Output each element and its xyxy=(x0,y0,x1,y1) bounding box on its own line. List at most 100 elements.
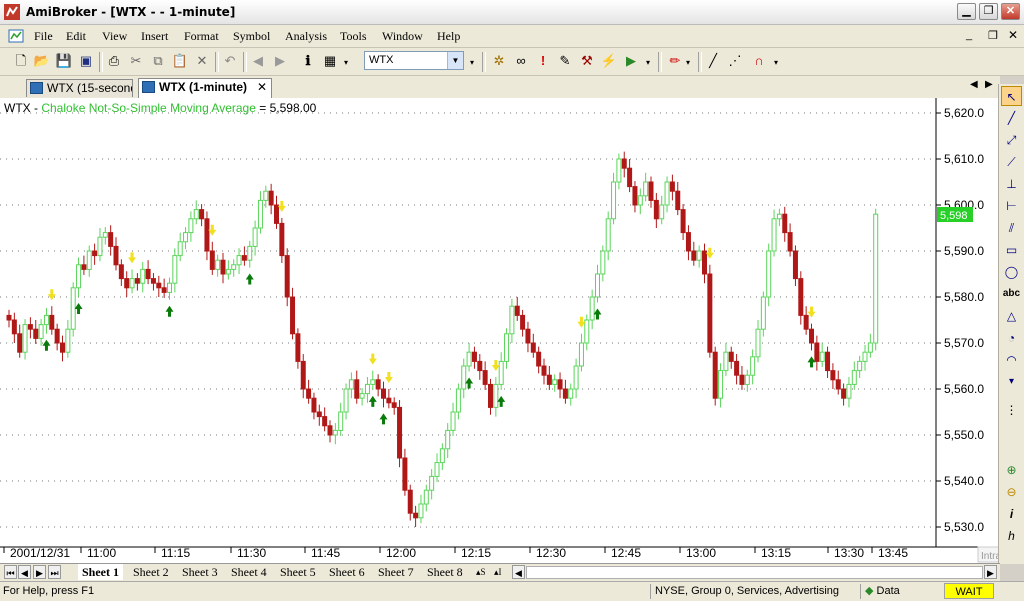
copy-icon[interactable]: ⧉ xyxy=(149,52,167,70)
line-icon[interactable]: ╱ xyxy=(1001,108,1022,128)
hscroll-left-icon[interactable]: ◀ xyxy=(512,565,525,579)
tab-scroll-left-icon[interactable]: ◀ xyxy=(970,79,978,90)
menu-view[interactable]: View xyxy=(102,29,127,44)
sheet-tab-5[interactable]: Sheet 5 xyxy=(280,564,316,580)
hscroll-right-icon[interactable]: ▶ xyxy=(984,565,997,579)
tab-close-icon[interactable]: ✕ xyxy=(257,79,267,95)
sell-arrow xyxy=(368,353,377,365)
zoom-in-icon[interactable]: ⊕ xyxy=(1001,460,1022,480)
mdi-restore-icon[interactable]: ❐ xyxy=(988,29,998,42)
menu-edit[interactable]: Edit xyxy=(66,29,86,44)
triangle-icon[interactable]: △ xyxy=(1001,306,1022,326)
sheet-tab-6[interactable]: Sheet 6 xyxy=(329,564,365,580)
menu-tools[interactable]: Tools xyxy=(340,29,367,44)
sheet-first-icon[interactable]: ⏮ xyxy=(4,565,17,579)
info-i-icon[interactable]: i xyxy=(1001,504,1022,524)
menu-help[interactable]: Help xyxy=(437,29,460,44)
price-chart[interactable]: 5,620.05,610.05,600.05,590.05,580.05,570… xyxy=(0,98,998,563)
rectangle-icon[interactable]: ▭ xyxy=(1001,240,1022,260)
paste-icon[interactable]: 📋 xyxy=(171,52,189,70)
amibroker-app-icon[interactable] xyxy=(4,4,20,20)
status-data[interactable]: ◆ Data xyxy=(860,584,945,599)
save-all-icon[interactable]: ▣ xyxy=(77,52,95,70)
text-abc-icon[interactable]: abc xyxy=(1001,284,1022,304)
candle-body xyxy=(734,360,740,376)
alert-icon[interactable]: ! xyxy=(534,52,552,70)
print-icon[interactable]: ⎙ xyxy=(105,52,123,70)
restore-button[interactable]: ❐ xyxy=(979,3,998,20)
chart-props-icon[interactable]: ▦ xyxy=(321,52,339,70)
sheet-tab-2[interactable]: Sheet 2 xyxy=(133,564,169,580)
sheet-tab-7[interactable]: Sheet 7 xyxy=(378,564,414,580)
gear-icon[interactable]: ✲ xyxy=(490,52,508,70)
toolbar-scroll-icon[interactable]: ⋮ xyxy=(1001,400,1022,420)
sheet-tab-4[interactable]: Sheet 4 xyxy=(231,564,267,580)
candle-body xyxy=(739,374,745,385)
horizontal-line-icon[interactable]: ⊢ xyxy=(1001,196,1022,216)
sheet-last-icon[interactable]: ⏭ xyxy=(48,565,61,579)
notes-icon[interactable]: ✎ xyxy=(556,52,574,70)
sheet-tab-8[interactable]: Sheet 8 xyxy=(427,564,463,580)
run-icon[interactable]: ▶ xyxy=(622,52,640,70)
back-icon[interactable]: ◀ xyxy=(249,52,267,70)
new-icon[interactable]: 🗋 xyxy=(12,52,30,70)
minimize-button[interactable]: ▁ xyxy=(957,3,976,20)
ray-icon[interactable]: ⤢ xyxy=(1001,130,1022,150)
arc-icon[interactable]: ◔ xyxy=(1001,328,1022,348)
zoom-out-icon[interactable]: ⊖ xyxy=(1001,482,1022,502)
tab-wtx-15-second[interactable]: WTX (15-second) xyxy=(26,79,133,97)
candle-body xyxy=(92,250,98,257)
menu-insert[interactable]: Insert xyxy=(141,29,168,44)
toolbar-overflow-icon[interactable]: ▾ xyxy=(344,58,348,67)
menu-symbol[interactable]: Symbol xyxy=(233,29,270,44)
parallel-lines-icon[interactable]: ⫽ xyxy=(1001,218,1022,238)
toolbar-overflow-icon[interactable]: ▾ xyxy=(470,58,474,67)
mdi-minimize-icon[interactable]: _ xyxy=(966,29,972,41)
sheet-tab-extra-s[interactable]: ▴S xyxy=(476,564,486,580)
undo-icon[interactable]: ↶ xyxy=(221,52,239,70)
hand-icon[interactable]: h xyxy=(1001,526,1022,546)
delete-icon[interactable]: ✕ xyxy=(193,52,211,70)
sheet-next-icon[interactable]: ▶ xyxy=(33,565,46,579)
hammer-icon[interactable]: ⚒ xyxy=(578,52,596,70)
solid-line-icon[interactable]: ╱ xyxy=(704,52,722,70)
sheet-tab-1[interactable]: Sheet 1 xyxy=(78,564,123,580)
vertical-line-icon[interactable]: ⊥ xyxy=(1001,174,1022,194)
document-icon[interactable] xyxy=(8,28,24,44)
candle-body xyxy=(348,379,354,390)
chevron-down-icon[interactable]: ▾ xyxy=(1001,372,1022,392)
curve-icon[interactable]: ◠ xyxy=(1001,350,1022,370)
menu-analysis[interactable]: Analysis xyxy=(285,29,327,44)
mdi-close-icon[interactable]: ✕ xyxy=(1008,28,1018,42)
menu-window[interactable]: Window xyxy=(382,29,423,44)
ellipse-icon[interactable]: ◯ xyxy=(1001,262,1022,282)
menu-format[interactable]: Format xyxy=(184,29,219,44)
color-pen-icon[interactable]: ✏ xyxy=(666,52,684,70)
menu-file[interactable]: File xyxy=(34,29,53,44)
sheet-tab-extra-i[interactable]: ▴I xyxy=(494,564,502,580)
binoculars-icon[interactable]: ∞ xyxy=(512,52,530,70)
dotted-line-icon[interactable]: ⋰ xyxy=(726,52,744,70)
toolbar-overflow-icon[interactable]: ▾ xyxy=(646,58,650,67)
toolbar-overflow-icon[interactable]: ▾ xyxy=(774,58,778,67)
document-tab-bar: WTX (15-second) WTX (1-minute) ✕ ◀ ▶ xyxy=(0,76,1000,98)
chevron-down-icon[interactable]: ▼ xyxy=(447,52,463,69)
horizontal-scrollbar[interactable] xyxy=(526,566,983,579)
sheet-prev-icon[interactable]: ◀ xyxy=(18,565,31,579)
sheet-tab-3[interactable]: Sheet 3 xyxy=(182,564,218,580)
info-icon[interactable]: ℹ xyxy=(299,52,317,70)
trend-line-icon[interactable]: ⟋ xyxy=(1001,152,1022,172)
chevron-down-icon[interactable]: ▾ xyxy=(686,58,690,67)
tab-wtx-1-minute[interactable]: WTX (1-minute) ✕ xyxy=(138,78,272,98)
arrow-select-icon[interactable]: ↖ xyxy=(1001,86,1022,106)
save-icon[interactable]: 💾 xyxy=(55,52,73,70)
magnet-icon[interactable]: ∩ xyxy=(750,52,768,70)
cut-icon[interactable]: ✂ xyxy=(127,52,145,70)
candle-body xyxy=(43,314,49,326)
close-button[interactable]: ✕ xyxy=(1001,3,1020,20)
open-folder-icon[interactable]: 📂 xyxy=(33,52,51,70)
forward-icon[interactable]: ▶ xyxy=(271,52,289,70)
tab-scroll-right-icon[interactable]: ▶ xyxy=(985,79,993,90)
symbol-select[interactable]: WTX ▼ xyxy=(364,51,464,70)
wand-icon[interactable]: ⚡ xyxy=(600,52,618,70)
